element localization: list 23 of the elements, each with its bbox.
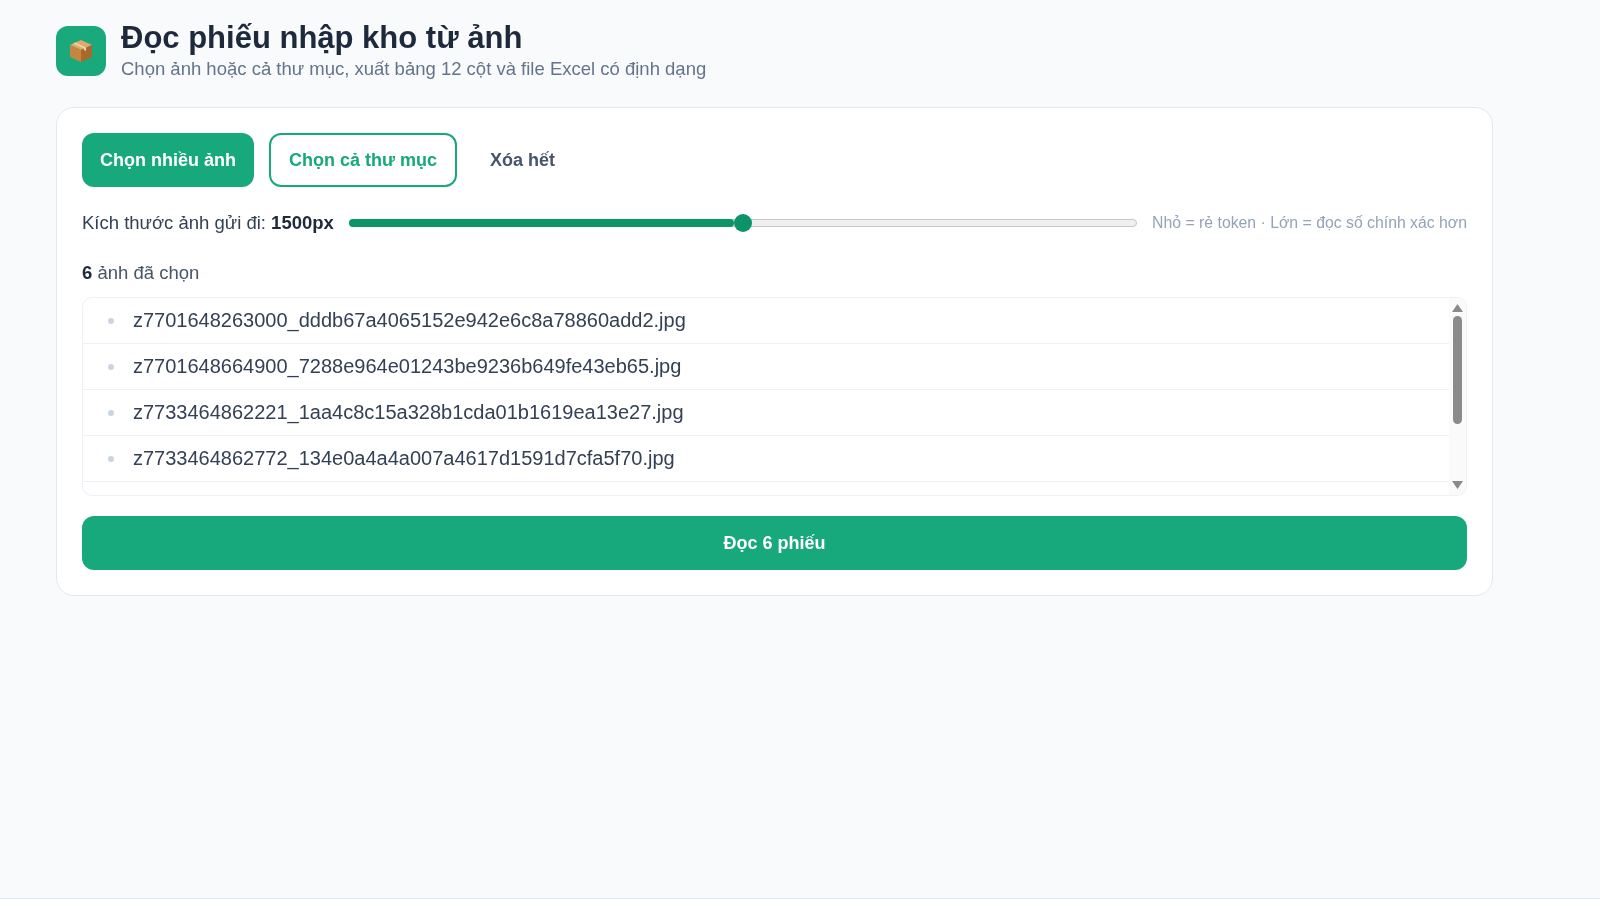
select-images-button[interactable]: Chọn nhiều ảnh [82,133,254,187]
selected-count: 6 ảnh đã chọn [82,262,201,284]
slider-thumb[interactable] [733,214,752,232]
bullet-icon [108,409,114,416]
read-button[interactable]: Đọc 6 phiếu [82,516,1467,570]
file-name: z7733464862221_1aa4c8c15a328b1cda01b1619ea13e27.jpg [133,401,684,424]
caret-down-icon[interactable] [1452,481,1463,489]
file-name: z7701648263000_dddb67a4065152e942e6c8a78860add2.jpg [133,309,686,332]
box-icon [56,25,106,76]
select-folder-button[interactable]: Chọn cả thư mục [269,133,458,187]
slider-hint: Nhỏ = rẻ token · Lớn = đọc số chính xác hơn [1152,214,1467,232]
clear-button[interactable]: Xóa hết [472,133,574,187]
bullet-icon [108,455,114,462]
scrollbar[interactable] [1449,298,1466,495]
page-title: Đọc phiếu nhập kho từ ảnh [121,21,524,55]
scroll-thumb[interactable] [1453,316,1462,424]
bullet-icon [108,363,114,370]
caret-up-icon[interactable] [1452,304,1463,312]
file-name: z7701648664900_7288e964e01243be9236b649fe43eb65.jpg [133,355,682,378]
bullet-icon [108,317,114,324]
page-subtitle: Chọn ảnh hoặc cả thư mục, xuất bảng 12 cột và file Excel có định dạng [121,58,707,80]
image-size-label: Kích thước ảnh gửi đi: 1500px [82,212,334,234]
file-name: z7733464862772_134e0a4a4a007a4617d1591d7cfa5f70.jpg [133,447,675,470]
